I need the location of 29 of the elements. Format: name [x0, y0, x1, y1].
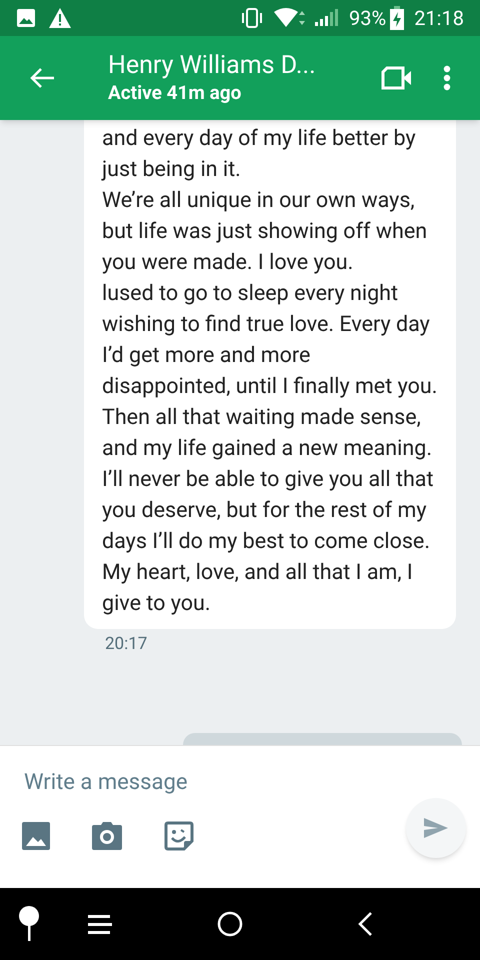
sticker-icon — [164, 821, 194, 851]
message-text: I’ll never be able to give you all that you deserve, but for the rest of my days I’ll do my best to come close. My heart, love, and all that I am, I give to you. — [102, 466, 435, 618]
back-arrow-icon — [29, 67, 55, 89]
wifi-icon — [273, 7, 308, 29]
active-status: Active 41m ago — [108, 81, 242, 105]
message-time: 20:17 — [105, 633, 148, 656]
camera-button[interactable] — [92, 822, 122, 850]
send-button[interactable] — [406, 798, 466, 858]
signal-icon — [315, 8, 340, 28]
menu-icon[interactable] — [88, 914, 112, 934]
pin-icon[interactable] — [18, 906, 40, 942]
sticker-button[interactable] — [164, 821, 194, 851]
video-camera-icon — [381, 66, 413, 90]
image-icon — [16, 8, 36, 28]
gallery-button[interactable] — [22, 822, 50, 850]
contact-name: Henry Williams D... — [108, 51, 317, 81]
more-options-icon — [443, 65, 451, 91]
send-icon — [424, 818, 448, 838]
camera-icon — [92, 822, 122, 850]
back-icon[interactable] — [357, 911, 373, 937]
clock: 21:18 — [414, 5, 464, 32]
message-text: and every day of my life better by just being in it. — [102, 125, 417, 184]
battery-charging-icon — [390, 6, 404, 30]
battery-percentage: 93% — [349, 5, 386, 32]
message-text: lused to go to sleep every night wishing to find true love. Every day I’d get more and more disappointed, until I finally met you. Then all that waiting made sense, and my life gained a new meaning. — [102, 280, 438, 463]
image-icon — [22, 822, 50, 850]
message-text: We’re all unique in our own ways, but life was just showing off when you were made. I love you. — [102, 187, 428, 277]
home-icon[interactable] — [217, 911, 243, 937]
warning-icon — [48, 7, 72, 29]
